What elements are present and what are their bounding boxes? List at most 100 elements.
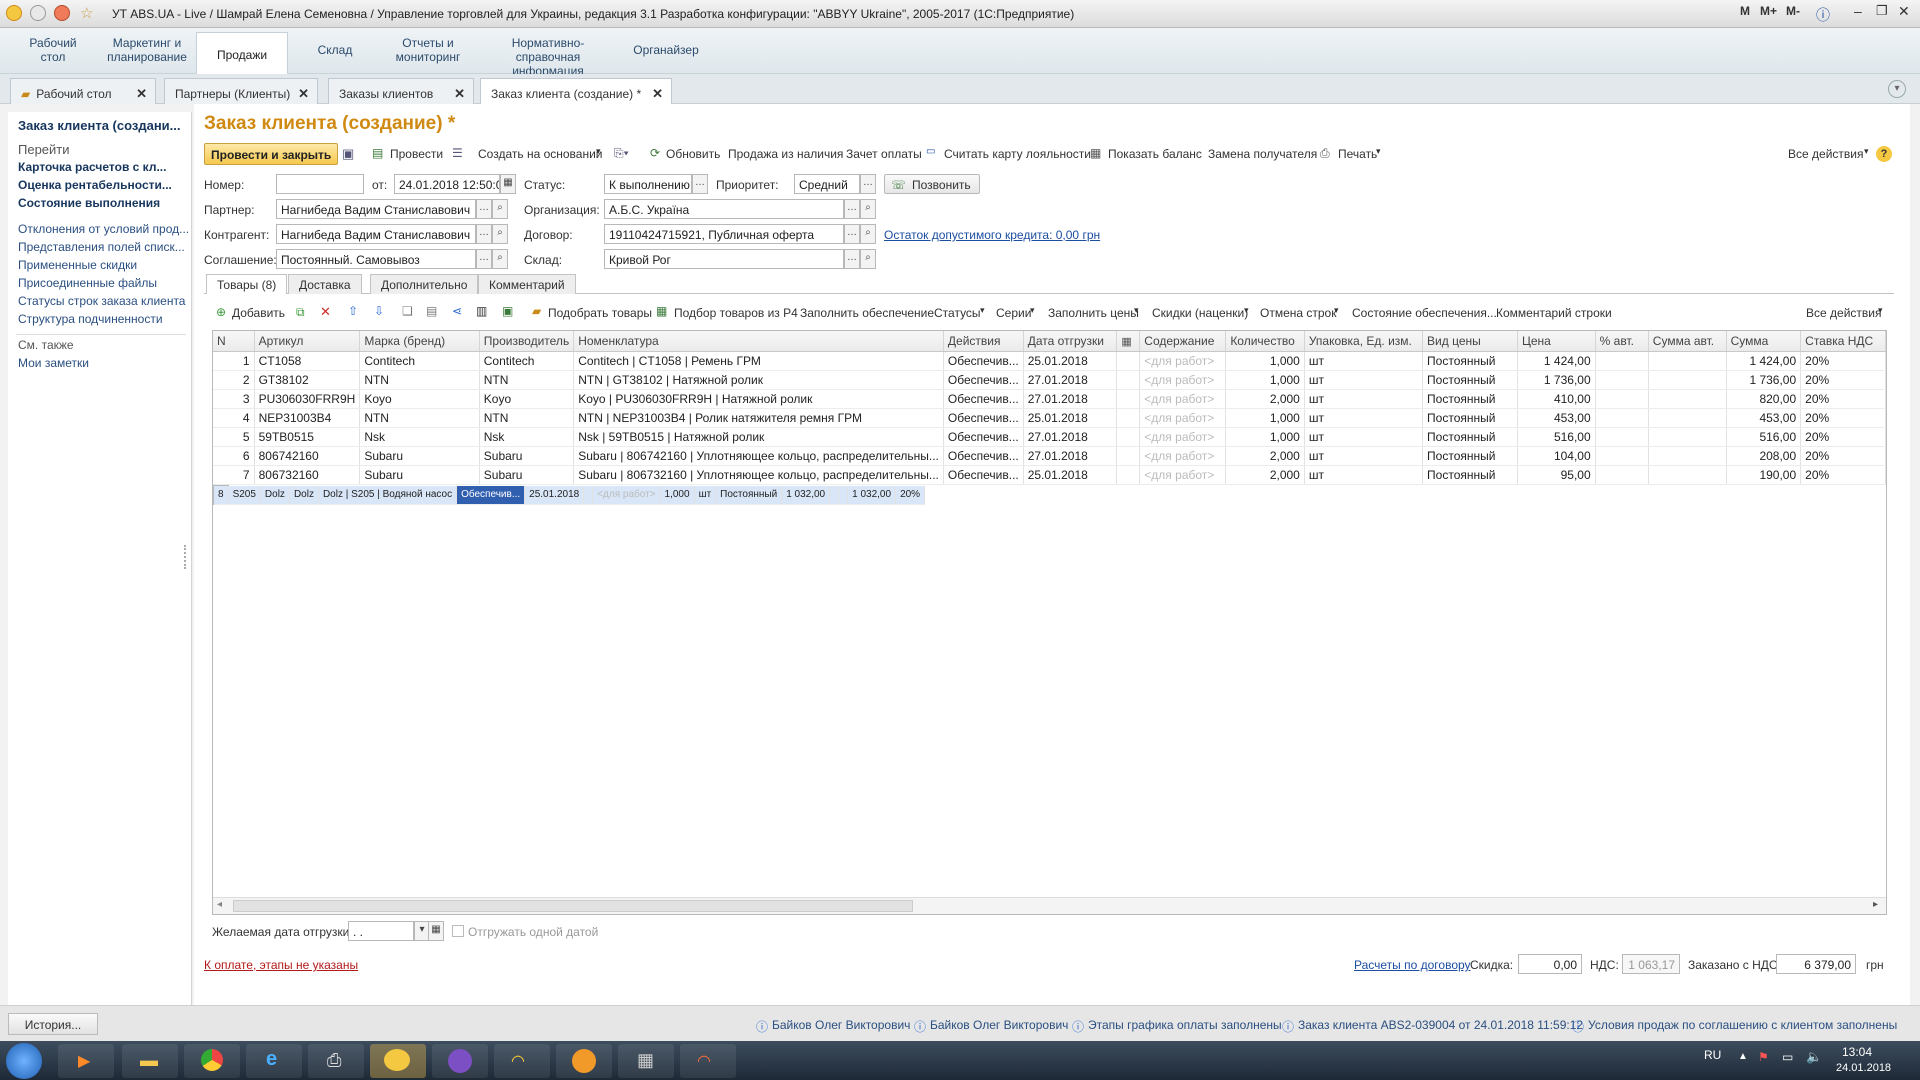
vat-rate-cell[interactable]: 20%: [1800, 370, 1886, 390]
action-cell[interactable]: Обеспечив...: [943, 427, 1024, 447]
tab-client-orders[interactable]: Заказы клиентов ✕: [328, 78, 474, 104]
file-explorer-icon[interactable]: ▬: [122, 1044, 178, 1078]
price-cell[interactable]: 1 424,00: [1517, 351, 1596, 371]
brand-cell[interactable]: Subaru: [359, 446, 480, 466]
quantity-cell[interactable]: 1,000: [660, 485, 695, 505]
row-number[interactable]: 5: [213, 427, 255, 447]
minimize-icon[interactable]: –: [1854, 3, 1862, 19]
column-header[interactable]: Упаковка, Ед. изм.: [1304, 331, 1424, 352]
column-header[interactable]: Вид цены: [1422, 331, 1518, 352]
ship-date-cell[interactable]: 25.01.2018: [1023, 465, 1118, 485]
action-cell[interactable]: Обеспечив...: [456, 485, 526, 505]
maker-cell[interactable]: Subaru: [479, 446, 575, 466]
unit-cell[interactable]: шт: [694, 485, 717, 505]
agreement-select-button[interactable]: …: [476, 249, 492, 269]
splitter-handle[interactable]: [184, 545, 187, 569]
spacer-cell[interactable]: [1116, 389, 1141, 409]
tab-delivery[interactable]: Доставка: [288, 274, 362, 294]
auto-sum-cell[interactable]: [1648, 465, 1727, 485]
row-number[interactable]: 3: [213, 389, 255, 409]
priority-select-button[interactable]: …: [860, 174, 876, 194]
cancel-rows-button[interactable]: Отмена строк: [1258, 302, 1338, 324]
table-row[interactable]: 4 NEP31003B4 NTN NTN NTN | NEP31003B4 | Роли…: [213, 408, 1886, 428]
sale-from-stock-button[interactable]: Продажа из наличия: [726, 143, 845, 165]
desired-date-field[interactable]: . .: [348, 921, 414, 941]
auto-sum-cell[interactable]: [1648, 427, 1727, 447]
replace-recipient-button[interactable]: Замена получателя: [1206, 143, 1319, 165]
info-icon[interactable]: ⓘ: [1816, 5, 1830, 25]
price-cell[interactable]: 516,00: [1517, 427, 1596, 447]
vat-rate-cell[interactable]: 20%: [1800, 408, 1886, 428]
status-message-4[interactable]: Заказ клиента ABS2-039004 от 24.01.2018 …: [1298, 1018, 1583, 1032]
action-cell[interactable]: Обеспечив...: [943, 446, 1024, 466]
contract-field[interactable]: 19110424715921, Публичная оферта: [604, 224, 844, 244]
nav-link-hierarchy[interactable]: Структура подчиненности: [18, 312, 188, 326]
vat-rate-cell[interactable]: 20%: [895, 485, 926, 505]
close-icon[interactable]: ✕: [1898, 3, 1910, 20]
payment-offset-button[interactable]: Зачет оплаты: [844, 143, 924, 165]
action-cell[interactable]: Обеспечив...: [943, 465, 1024, 485]
rainbow-app-icon[interactable]: ◠: [680, 1044, 736, 1078]
move-up-icon[interactable]: ⇧: [348, 304, 358, 318]
warehouse-field[interactable]: Кривой Рог: [604, 249, 844, 269]
article-cell[interactable]: 806742160: [254, 446, 361, 466]
memory-mminus-button[interactable]: M-: [1786, 4, 1800, 18]
spacer-cell[interactable]: [1116, 351, 1141, 371]
table-row[interactable]: 6 806742160 Subaru Subaru Subaru | 806742160…: [213, 446, 1886, 466]
action-cell[interactable]: Обеспечив...: [943, 351, 1024, 371]
row-number[interactable]: 1: [213, 351, 255, 371]
ship-one-date-checkbox[interactable]: [452, 925, 464, 937]
data-collection-icon[interactable]: ▣: [502, 304, 513, 318]
action-cell[interactable]: Обеспечив...: [943, 408, 1024, 428]
price-cell[interactable]: 410,00: [1517, 389, 1596, 409]
memory-mplus-button[interactable]: M+: [1760, 4, 1777, 18]
action-cell[interactable]: Обеспечив...: [943, 370, 1024, 390]
unit-cell[interactable]: шт: [1304, 427, 1424, 447]
vat-rate-cell[interactable]: 20%: [1800, 446, 1886, 466]
table-row[interactable]: 1 CT1058 Contitech Contitech Contitech | CT1…: [213, 351, 1886, 371]
help-icon[interactable]: ?: [1876, 146, 1892, 162]
auto-sum-cell[interactable]: [1648, 351, 1727, 371]
price-type-cell[interactable]: Постоянный: [1422, 427, 1518, 447]
clock-date[interactable]: 24.01.2018: [1836, 1062, 1891, 1074]
table-row[interactable]: 8 S205 Dolz Dolz Dolz | S205 | Водяной насос…: [213, 484, 926, 505]
status-select-button[interactable]: …: [692, 174, 708, 194]
column-header[interactable]: Номенклатура: [573, 331, 944, 352]
action-cell[interactable]: Обеспечив...: [943, 389, 1024, 409]
article-cell[interactable]: 806732160: [254, 465, 361, 485]
fill-prices-button[interactable]: Заполнить цены: [1046, 302, 1141, 324]
article-cell[interactable]: 59TB0515: [254, 427, 361, 447]
spacer-cell[interactable]: [1116, 408, 1141, 428]
record-icon[interactable]: [54, 5, 70, 21]
horizontal-scrollbar[interactable]: ◂ ▸: [213, 897, 1886, 914]
nav-goto-settlements[interactable]: Карточка расчетов с кл...: [18, 160, 188, 174]
nav-current-form[interactable]: Заказ клиента (создани...: [18, 118, 188, 133]
move-down-icon[interactable]: ⇩: [374, 304, 384, 318]
brand-cell[interactable]: Nsk: [359, 427, 480, 447]
goods-table[interactable]: N Артикул Марка (бренд) Производитель Номенк…: [212, 330, 1887, 915]
price-type-cell[interactable]: Постоянный: [1422, 446, 1518, 466]
row-number[interactable]: 7: [213, 465, 255, 485]
warehouse-select-button[interactable]: …: [844, 249, 860, 269]
flash-app-icon[interactable]: [556, 1044, 612, 1078]
quantity-cell[interactable]: 1,000: [1225, 427, 1305, 447]
price-cell[interactable]: 1 032,00: [781, 485, 831, 505]
column-header[interactable]: Ставка НДС: [1800, 331, 1886, 352]
auto-sum-cell[interactable]: [1648, 389, 1727, 409]
number-field[interactable]: [276, 174, 364, 194]
all-actions-button[interactable]: Все действия: [1786, 143, 1865, 165]
tab-additional[interactable]: Дополнительно: [370, 274, 479, 294]
paste-icon[interactable]: ▤: [426, 304, 437, 318]
nomenclature-cell[interactable]: Subaru | 806742160 | Уплотняющее кольцо,…: [573, 446, 944, 466]
save-icon[interactable]: ▣: [342, 146, 354, 162]
internet-explorer-icon[interactable]: e: [246, 1044, 302, 1078]
status-message-5[interactable]: Условия продаж по соглашению с клиентом …: [1588, 1018, 1897, 1032]
sum-cell[interactable]: 190,00: [1726, 465, 1802, 485]
refresh-button[interactable]: Обновить: [664, 143, 722, 165]
network-icon[interactable]: ▭: [1782, 1050, 1793, 1064]
priority-field[interactable]: Средний: [794, 174, 860, 194]
call-button[interactable]: ☏ Позвонить: [884, 174, 980, 194]
quantity-cell[interactable]: 2,000: [1225, 465, 1305, 485]
auto-sum-cell[interactable]: [1648, 408, 1727, 428]
status-field[interactable]: К выполнению: [604, 174, 692, 194]
